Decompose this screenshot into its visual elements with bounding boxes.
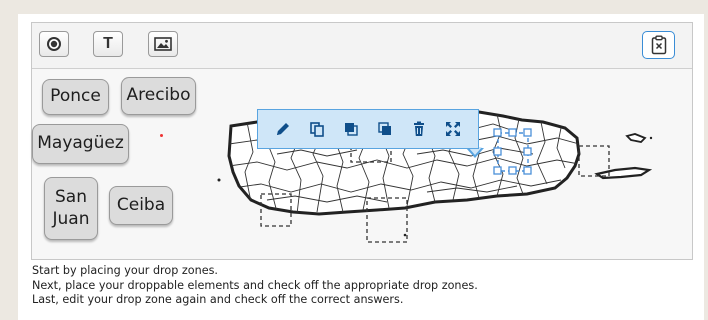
text-tool-button[interactable]: T xyxy=(93,31,123,57)
draggable-chip[interactable]: Ceiba xyxy=(109,186,173,225)
send-back-icon xyxy=(378,122,391,135)
instruction-line: Start by placing your drop zones. xyxy=(32,264,218,277)
draggable-chip[interactable]: San Juan xyxy=(44,177,98,240)
editor-frame: T Ponce Arecibo Mayagüez San Juan Ceiba xyxy=(31,22,693,260)
expand-icon xyxy=(446,122,460,136)
bring-to-front-button[interactable] xyxy=(341,119,361,139)
draggable-chip[interactable]: Mayagüez xyxy=(32,124,129,164)
clear-clipboard-button[interactable] xyxy=(642,31,675,59)
duplicate-button[interactable] xyxy=(307,119,327,139)
copy-icon xyxy=(310,122,324,137)
text-icon: T xyxy=(103,35,113,52)
send-to-back-button[interactable] xyxy=(375,119,395,139)
fit-button[interactable] xyxy=(443,119,463,139)
delete-button[interactable] xyxy=(409,119,429,139)
bring-front-icon xyxy=(345,123,358,136)
element-actions-toolbar xyxy=(257,109,479,149)
instruction-line: Next, place your droppable elements and … xyxy=(32,278,478,292)
instructions: Start by placing your drop zones. Next, … xyxy=(32,264,692,308)
edit-button[interactable] xyxy=(273,119,293,139)
pencil-icon xyxy=(277,123,289,135)
drop-canvas[interactable]: Ponce Arecibo Mayagüez San Juan Ceiba xyxy=(32,69,692,259)
draggable-chip[interactable]: Ponce xyxy=(42,79,109,115)
image-tool-button[interactable] xyxy=(148,31,178,57)
trash-icon xyxy=(414,121,424,136)
target-tool-button[interactable] xyxy=(39,31,69,57)
target-icon xyxy=(47,37,61,51)
chip-line: San xyxy=(55,187,87,208)
draggable-chip[interactable]: Arecibo xyxy=(121,77,196,115)
marker-dot xyxy=(160,134,163,137)
chip-line: Juan xyxy=(52,208,90,229)
editor-toolbar: T xyxy=(32,23,692,69)
clipboard-clear-icon xyxy=(651,35,666,55)
instruction-line: Last, edit your drop zone again and chec… xyxy=(32,293,404,306)
image-icon xyxy=(154,37,172,51)
drag-drop-editor-panel: T Ponce Arecibo Mayagüez San Juan Ceiba … xyxy=(18,14,704,320)
